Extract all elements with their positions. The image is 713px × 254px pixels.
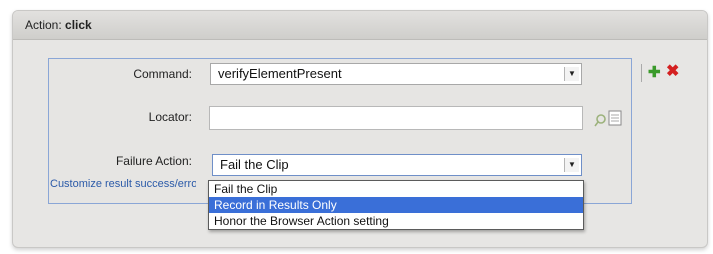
dropdown-option-highlighted[interactable]: Record in Results Only [209,197,583,213]
x-icon[interactable]: ✖ [666,64,679,80]
failure-action-label: Failure Action: [115,154,192,168]
command-label: Command: [133,67,192,81]
chevron-down-icon[interactable]: ▼ [564,158,579,172]
customize-result-link[interactable]: Customize result success/error [50,178,196,190]
failure-action-select[interactable]: Fail the Clip ▼ [212,154,582,176]
panel-title-prefix: Action: [25,18,62,32]
dropdown-option[interactable]: Honor the Browser Action setting [209,213,583,229]
plus-icon[interactable]: ✚ [648,65,661,80]
panel-title-value: click [65,18,92,32]
locate-element-icon[interactable] [594,108,628,128]
command-select-value: verifyElementPresent [218,66,342,81]
command-select[interactable]: verifyElementPresent ▼ [210,63,582,85]
dropdown-option[interactable]: Fail the Clip [209,181,583,197]
chevron-down-icon[interactable]: ▼ [564,67,579,81]
panel-header: Action: click [13,11,707,40]
failure-action-select-value: Fail the Clip [220,157,289,172]
failure-action-dropdown: Fail the Clip Record in Results Only Hon… [208,180,584,230]
locator-input[interactable] [209,106,583,130]
locator-label: Locator: [148,110,192,124]
toolbar-divider [641,64,642,82]
